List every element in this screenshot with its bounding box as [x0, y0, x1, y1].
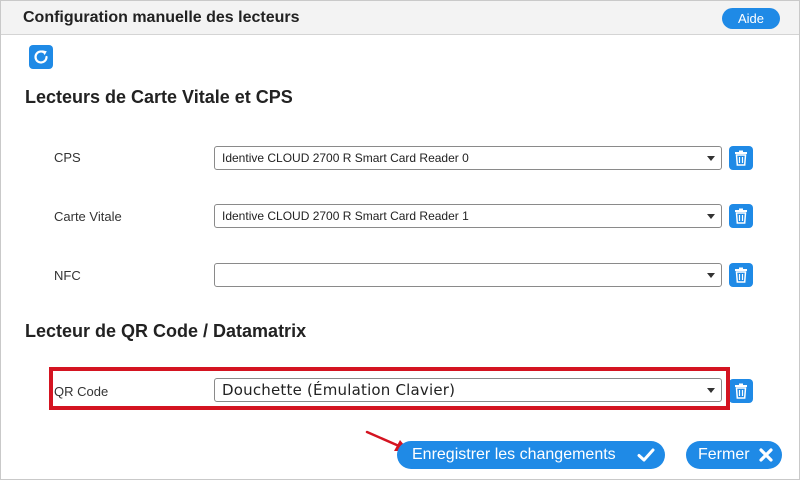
trash-icon [735, 383, 747, 399]
dialog-title: Configuration manuelle des lecteurs [23, 9, 300, 26]
cps-delete-button[interactable] [729, 146, 753, 170]
chevron-down-icon [707, 156, 715, 161]
trash-icon [735, 150, 747, 166]
cps-label: CPS [54, 150, 81, 165]
nfc-delete-button[interactable] [729, 263, 753, 287]
save-changes-button[interactable]: Enregistrer les changements [397, 441, 665, 469]
vitale-select[interactable]: Identive CLOUD 2700 R Smart Card Reader … [214, 204, 722, 228]
save-changes-label: Enregistrer les changements [412, 446, 616, 463]
vitale-label: Carte Vitale [54, 209, 122, 224]
cps-select-value: Identive CLOUD 2700 R Smart Card Reader … [222, 151, 469, 165]
qr-delete-button[interactable] [729, 379, 753, 403]
dialog-header: Configuration manuelle des lecteurs Aide [1, 1, 799, 35]
refresh-icon [34, 50, 48, 64]
vitale-section-title: Lecteurs de Carte Vitale et CPS [25, 87, 293, 107]
reader-config-dialog: Configuration manuelle des lecteurs Aide… [0, 0, 800, 480]
cps-select[interactable]: Identive CLOUD 2700 R Smart Card Reader … [214, 146, 722, 170]
nfc-label: NFC [54, 268, 81, 283]
nfc-select[interactable] [214, 263, 722, 287]
vitale-delete-button[interactable] [729, 204, 753, 228]
close-button[interactable]: Fermer [686, 441, 782, 469]
trash-icon [735, 208, 747, 224]
refresh-button[interactable] [29, 45, 53, 69]
trash-icon [735, 267, 747, 283]
chevron-down-icon [707, 214, 715, 219]
vitale-select-value: Identive CLOUD 2700 R Smart Card Reader … [222, 209, 469, 223]
chevron-down-icon [707, 273, 715, 278]
close-label: Fermer [698, 446, 750, 463]
qr-section-title: Lecteur de QR Code / Datamatrix [25, 321, 307, 341]
help-button[interactable]: Aide [722, 8, 780, 29]
close-icon [759, 448, 773, 462]
qr-row-highlight [49, 367, 730, 410]
check-icon [637, 448, 655, 462]
